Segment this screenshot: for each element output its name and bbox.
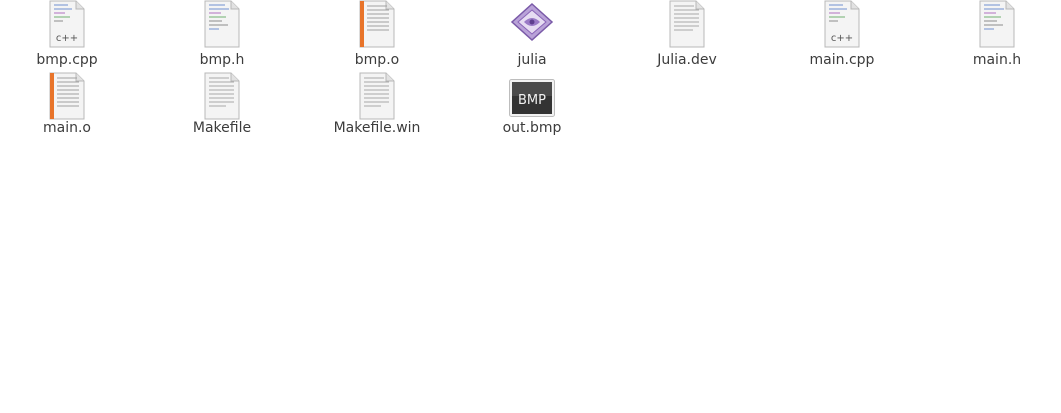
bmp-image-icon: BMP bbox=[509, 79, 555, 117]
file-item-bmp-h[interactable]: bmp.h bbox=[162, 0, 282, 80]
file-item-julia-dev[interactable]: Julia.dev bbox=[627, 0, 747, 80]
text-file-icon bbox=[359, 72, 395, 120]
file-name-label: julia bbox=[517, 52, 547, 68]
cpp-source-icon: c++ bbox=[824, 0, 860, 48]
file-item-julia[interactable]: julia bbox=[472, 2, 592, 80]
object-file-icon bbox=[49, 72, 85, 120]
file-name-label: bmp.cpp bbox=[36, 52, 98, 68]
c-header-icon bbox=[204, 0, 240, 48]
file-item-main-cpp[interactable]: c++ main.cpp bbox=[782, 0, 902, 80]
text-file-icon bbox=[204, 72, 240, 120]
text-file-icon bbox=[669, 0, 705, 48]
file-item-makefile-win[interactable]: Makefile.win bbox=[317, 72, 437, 144]
c-header-icon bbox=[979, 0, 1015, 48]
file-item-main-h[interactable]: main.h bbox=[937, 0, 1057, 80]
svg-text:c++: c++ bbox=[56, 33, 78, 44]
file-item-bmp-cpp[interactable]: c++ bmp.cpp bbox=[7, 0, 127, 80]
file-name-label: main.h bbox=[972, 52, 1022, 68]
file-name-label: out.bmp bbox=[502, 120, 562, 136]
file-name-label: Makefile bbox=[192, 120, 252, 136]
file-name-label: main.cpp bbox=[809, 52, 875, 68]
file-item-makefile[interactable]: Makefile bbox=[162, 72, 282, 144]
file-manager-icon-view: c++ bmp.cpp bmp.h bmp.o julia Julia.dev … bbox=[0, 0, 1061, 413]
file-item-main-o[interactable]: main.o bbox=[7, 72, 127, 144]
svg-text:BMP: BMP bbox=[518, 93, 546, 108]
file-name-label: Makefile.win bbox=[333, 120, 421, 136]
file-name-label: Julia.dev bbox=[657, 52, 717, 68]
object-file-icon bbox=[359, 0, 395, 48]
executable-icon bbox=[510, 2, 554, 42]
svg-text:c++: c++ bbox=[831, 33, 853, 44]
file-name-label: bmp.h bbox=[199, 52, 245, 68]
file-name-label: bmp.o bbox=[354, 52, 400, 68]
file-item-out-bmp[interactable]: BMP out.bmp bbox=[472, 72, 592, 144]
file-item-bmp-o[interactable]: bmp.o bbox=[317, 0, 437, 80]
cpp-source-icon: c++ bbox=[49, 0, 85, 48]
file-name-label: main.o bbox=[43, 120, 91, 136]
